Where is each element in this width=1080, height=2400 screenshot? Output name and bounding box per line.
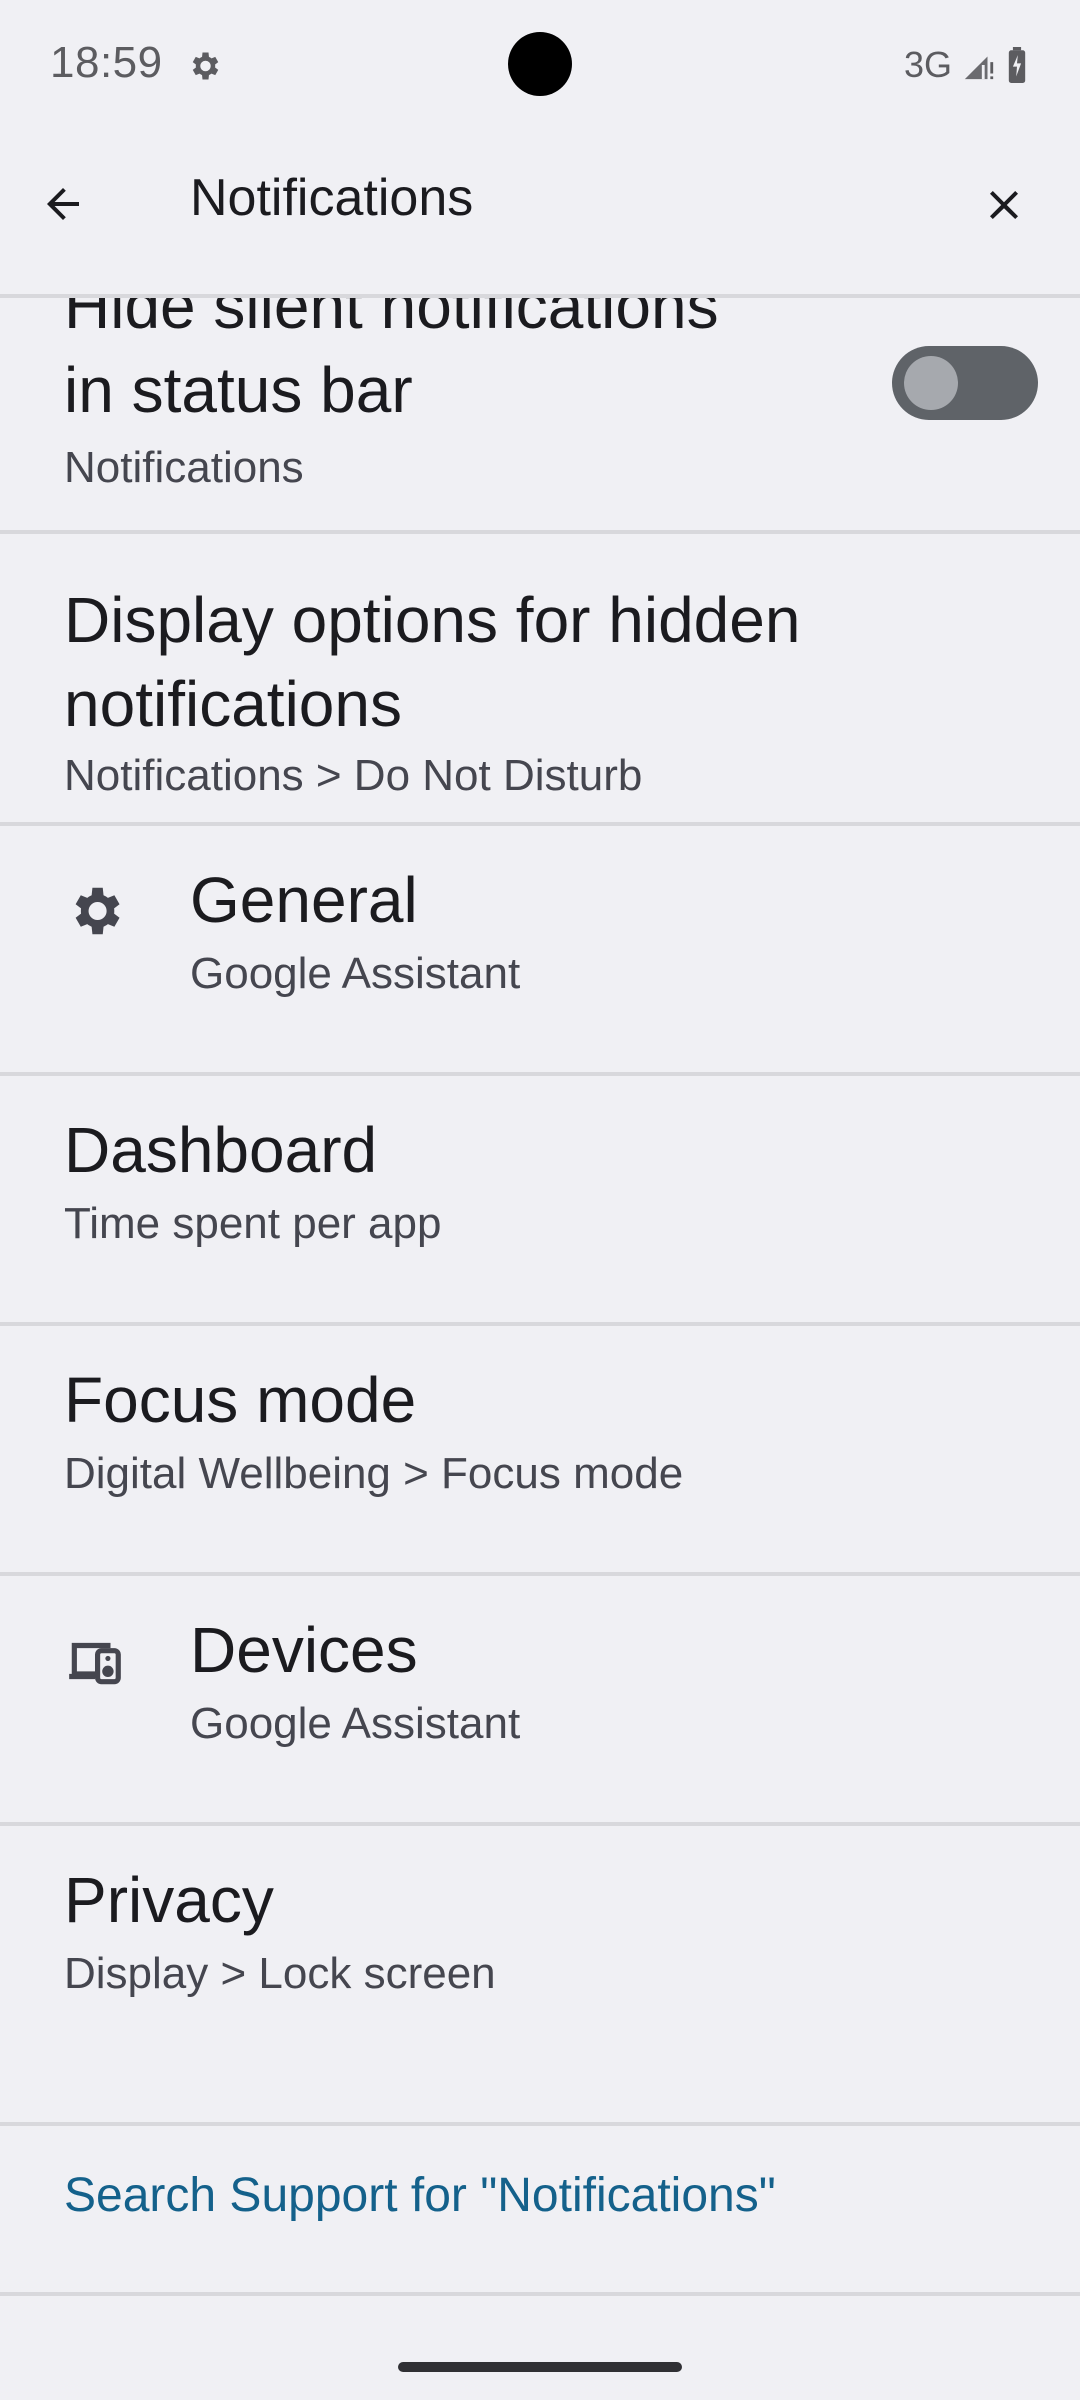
result-title: Dashboard	[64, 1114, 378, 1186]
result-subtitle: Google Assistant	[190, 1699, 521, 1748]
signal-icon	[964, 56, 994, 80]
result-title-line2: notifications	[64, 668, 402, 740]
close-icon	[990, 191, 1018, 219]
result-title: Privacy	[64, 1864, 274, 1936]
result-dashboard[interactable]: Dashboard Time spent per app	[0, 1076, 1080, 1322]
gesture-nav-handle[interactable]	[398, 2362, 682, 2372]
status-bar: 18:59 3G	[0, 0, 1080, 128]
divider	[0, 2292, 1080, 2296]
back-arrow-icon	[47, 188, 79, 220]
search-input[interactable]: Notifications	[190, 168, 473, 228]
hide-silent-toggle[interactable]	[892, 346, 1038, 420]
result-title: Focus mode	[64, 1364, 417, 1436]
result-subtitle: Notifications	[64, 443, 304, 492]
toggle-thumb	[904, 356, 958, 410]
result-hide-silent-notifications[interactable]: Hide silent notifications in status bar …	[0, 298, 1080, 530]
search-results: Hide silent notifications in status bar …	[0, 298, 1080, 2358]
result-title-line1: Hide silent notifications	[64, 298, 719, 342]
camera-cutout	[508, 32, 572, 96]
devices-icon	[69, 1642, 121, 1685]
network-type: 3G	[903, 44, 952, 85]
gear-icon	[192, 52, 219, 80]
divider	[0, 2122, 1080, 2126]
result-subtitle: Time spent per app	[64, 1199, 442, 1248]
status-indicators: 3G	[904, 44, 1028, 86]
result-subtitle: Display > Lock screen	[64, 1949, 496, 1998]
clear-search-button[interactable]	[934, 150, 1074, 260]
result-title-line1: Display options for hidden	[64, 584, 801, 656]
battery-icon	[1008, 47, 1026, 83]
result-privacy[interactable]: Privacy Display > Lock screen	[0, 1826, 1080, 2072]
result-subtitle: Notifications > Do Not Disturb	[64, 751, 643, 800]
result-title-line2: in status bar	[64, 354, 413, 426]
search-header: Notifications	[0, 128, 1080, 298]
gear-icon	[75, 887, 120, 935]
search-support-link[interactable]: Search Support for "Notifications"	[64, 2168, 776, 2223]
result-title: Devices	[190, 1614, 418, 1686]
result-subtitle: Google Assistant	[190, 949, 521, 998]
result-display-options-hidden[interactable]: Display options for hidden notifications…	[0, 534, 1080, 800]
result-title: General	[190, 864, 418, 936]
result-general[interactable]: General Google Assistant	[0, 826, 1080, 1072]
result-subtitle: Digital Wellbeing > Focus mode	[64, 1449, 684, 1498]
result-devices[interactable]: Devices Google Assistant	[0, 1576, 1080, 1822]
back-button[interactable]	[8, 144, 118, 264]
status-time: 18:59	[50, 38, 163, 87]
result-focus-mode[interactable]: Focus mode Digital Wellbeing > Focus mod…	[0, 1326, 1080, 1572]
